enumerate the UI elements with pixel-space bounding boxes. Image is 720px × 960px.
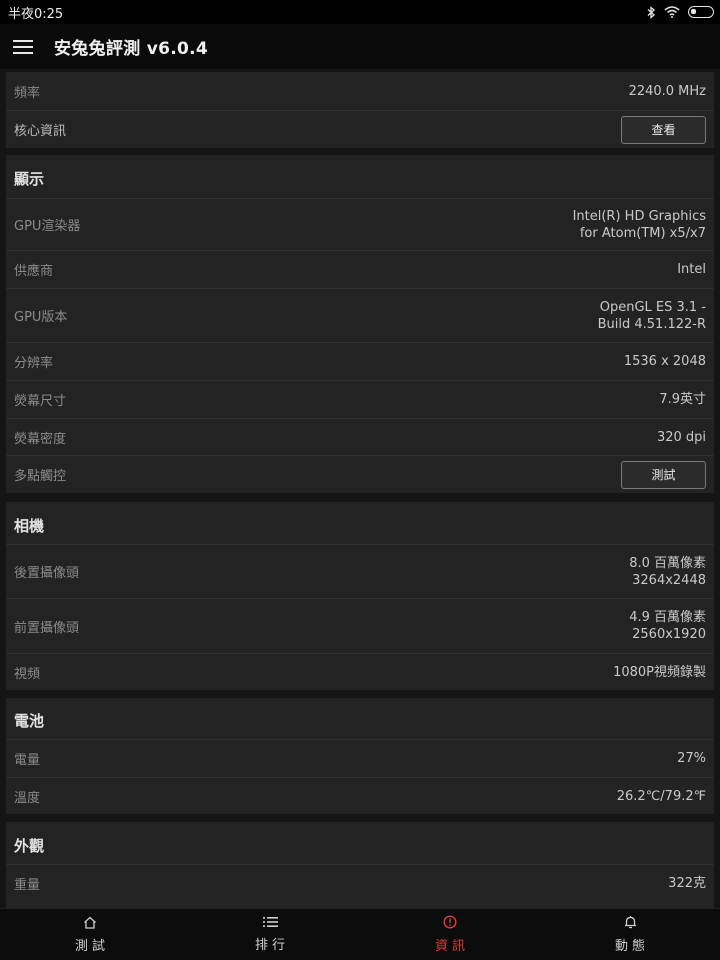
cpu-card: 頻率 2240.0 MHz 核心資訊 查看 [6,72,714,148]
menu-button[interactable] [0,24,46,69]
screen-size-value: 7.9英寸 [659,392,706,407]
nav-news-label: 動態 [614,939,649,954]
app-title: 安兔兔評測 v6.0.4 [54,39,209,59]
rear-camera-value: 8.0 百萬像素 3264x2448 [629,555,706,588]
camera-title: 相機 [14,517,45,535]
core-info-label: 核心資訊 [14,124,67,139]
row-video: 視頻 1080P視頻錄製 [6,653,714,690]
row-battery-temperature: 溫度 26.2℃/79.2℉ [6,777,714,814]
nav-info[interactable]: 資訊 [360,909,540,960]
multitouch-test-button[interactable]: 測試 [621,460,706,489]
status-time: 半夜0:25 [8,6,64,22]
hamburger-menu-icon [13,39,33,54]
bluetooth-icon [647,5,655,19]
vendor-value: Intel [677,262,706,277]
view-core-info-button[interactable]: 查看 [621,115,706,144]
video-label: 視頻 [14,666,41,682]
screen-density-value: 320 dpi [656,429,706,445]
row-resolution: 分辨率 1536 x 2048 [6,342,714,380]
row-multitouch: 多點觸控 測試 [6,455,714,493]
bell-icon [624,916,636,929]
display-card: 顯示 GPU渲染器 Intel(R) HD Graphics for Atom(… [6,155,714,493]
frequency-label: 頻率 [14,85,41,101]
video-value: 1080P視頻錄製 [613,664,706,680]
battery-level-value: 27% [677,751,706,766]
row-battery-level: 電量 27% [6,739,714,777]
row-gpu-version: GPU版本 OpenGL ES 3.1 - Build 4.51.122-R [6,288,714,342]
battery-temperature-value: 26.2℃/79.2℉ [616,788,706,804]
weight-label: 重量 [14,878,41,893]
battery-icon [688,6,714,18]
battery-card: 電池 電量 27% 溫度 26.2℃/79.2℉ [6,698,714,814]
battery-temperature-label: 溫度 [14,790,41,806]
battery-level-label: 電量 [14,753,41,768]
nav-test-label: 測試 [74,938,109,954]
status-icons [646,5,714,19]
vendor-label: 供應商 [14,264,54,279]
resolution-label: 分辨率 [14,356,54,371]
row-front-camera: 前置攝像頭 4.9 百萬像素 2560x1920 [6,598,714,653]
row-core-info: 核心資訊 查看 [6,110,714,148]
row-screen-density: 熒幕密度 320 dpi [6,418,714,455]
resolution-value: 1536 x 2048 [623,354,706,369]
multitouch-label: 多點觸控 [14,469,67,484]
row-rear-camera: 後置攝像頭 8.0 百萬像素 3264x2448 [6,544,714,598]
screen-density-label: 熒幕密度 [14,431,67,447]
nav-info-label: 資訊 [434,939,469,954]
home-icon [84,916,96,929]
weight-value: 322克 [668,876,706,891]
gpu-version-label: GPU版本 [14,310,68,325]
wifi-icon [664,6,680,18]
screen-size-label: 熒幕尺寸 [14,394,67,409]
row-vendor: 供應商 Intel [6,250,714,288]
list-icon [262,917,278,927]
frequency-value: 2240.0 MHz [628,83,706,99]
row-screen-size: 熒幕尺寸 7.9英寸 [6,380,714,418]
gpu-renderer-value: Intel(R) HD Graphics for Atom(TM) x5/x7 [572,208,706,241]
gpu-renderer-label: GPU渲染器 [14,219,81,234]
bottom-nav: 測試 排行 資訊 動態 [0,908,720,960]
rear-camera-label: 後置攝像頭 [14,566,80,581]
device-info-scroll[interactable]: 頻率 2240.0 MHz 核心資訊 查看 顯示 GPU渲染器 Intel(R)… [0,69,720,908]
nav-ranking-label: 排行 [254,938,289,953]
battery-title: 電池 [14,712,45,730]
status-bar: 半夜0:25 [0,0,720,24]
row-weight: 重量 322克 [6,864,714,902]
display-title: 顯示 [14,170,45,188]
app-bar: 安兔兔評測 v6.0.4 [0,24,720,69]
appearance-card: 外觀 重量 322克 [6,822,714,908]
front-camera-value: 4.9 百萬像素 2560x1920 [629,610,706,642]
camera-card: 相機 後置攝像頭 8.0 百萬像素 3264x2448 前置攝像頭 4.9 百萬… [6,502,714,690]
gpu-version-value: OpenGL ES 3.1 - Build 4.51.122-R [597,299,706,332]
row-gpu-renderer: GPU渲染器 Intel(R) HD Graphics for Atom(TM)… [6,198,714,250]
nav-news[interactable]: 動態 [540,909,720,960]
front-camera-label: 前置攝像頭 [14,620,80,636]
nav-ranking[interactable]: 排行 [180,909,360,960]
info-icon [443,915,457,929]
row-frequency: 頻率 2240.0 MHz [6,72,714,110]
appearance-title: 外觀 [14,837,45,855]
nav-test[interactable]: 測試 [0,909,180,960]
